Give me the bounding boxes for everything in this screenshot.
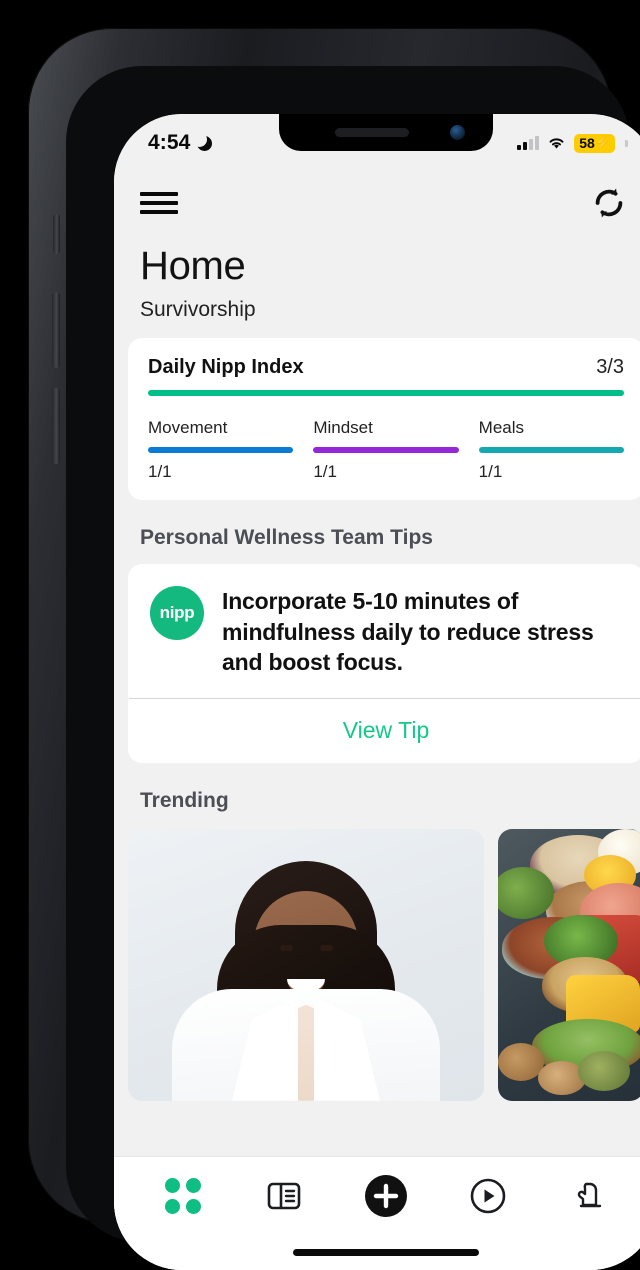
plus-circle-icon — [364, 1174, 407, 1217]
phone-bezel: 4:54 58 ⚡ Home Survivorship Daily Nipp I… — [66, 66, 640, 1270]
metric-progress-bar — [313, 447, 459, 453]
play-circle-icon — [470, 1178, 505, 1213]
tab-media[interactable] — [458, 1170, 518, 1222]
tab-dashboard[interactable] — [153, 1170, 213, 1222]
earpiece-speaker — [335, 128, 409, 137]
metric-value: 1/1 — [478, 462, 503, 481]
metric-progress-bar — [478, 447, 624, 453]
metric-progress-bar — [148, 447, 294, 453]
cellular-signal-icon — [517, 136, 540, 150]
wifi-icon — [549, 138, 564, 149]
trending-section-title: Trending — [140, 788, 229, 812]
volume-up-button[interactable] — [52, 292, 60, 368]
page-title: Home — [140, 244, 246, 288]
home-indicator-bar — [114, 1234, 640, 1270]
bottom-tab-bar — [114, 1156, 640, 1234]
tip-body: nipp Incorporate 5-10 minutes of mindful… — [128, 564, 640, 698]
view-tip-button[interactable]: View Tip — [128, 699, 640, 763]
grid-dots-icon — [164, 1177, 201, 1214]
phone-device-frame: 4:54 58 ⚡ Home Survivorship Daily Nipp I… — [28, 28, 640, 1270]
index-progress-bar — [148, 390, 624, 396]
tab-add[interactable] — [356, 1170, 416, 1222]
mitten-hand-icon — [577, 1182, 602, 1207]
clock-time: 4:54 — [148, 131, 191, 154]
metric-value: 1/1 — [148, 462, 172, 481]
front-camera — [450, 125, 465, 140]
healthy-foods-card[interactable] — [498, 828, 640, 1101]
battery-percent: 58 — [579, 134, 595, 151]
doctor-portrait-image — [128, 828, 484, 1101]
metric-label: Movement — [148, 418, 228, 437]
phone-screen: 4:54 58 ⚡ Home Survivorship Daily Nipp I… — [114, 114, 640, 1270]
display-notch — [279, 114, 493, 151]
status-clock: 4:54 — [148, 131, 213, 155]
healthy-foods-image — [498, 828, 640, 1101]
article-layout-icon — [268, 1182, 301, 1209]
tips-section-title: Personal Wellness Team Tips — [140, 526, 433, 549]
battery-indicator: 58 ⚡ — [574, 133, 615, 153]
metric-value: 1/1 — [313, 462, 337, 481]
scroll-container[interactable]: Home Survivorship Daily Nipp Index 3/3 M… — [114, 230, 640, 1156]
tab-support[interactable] — [559, 1170, 619, 1222]
charging-bolt-icon: ⚡ — [594, 135, 611, 150]
status-indicators: 58 ⚡ — [517, 133, 628, 153]
nipp-avatar: nipp — [150, 586, 204, 640]
volume-down-button[interactable] — [52, 388, 60, 464]
wellness-tip-card: nipp Incorporate 5-10 minutes of mindful… — [128, 564, 640, 763]
metric-mindset[interactable]: Mindset 1/1 — [313, 418, 459, 482]
trending-list — [128, 828, 640, 1101]
app-bar — [114, 176, 640, 230]
tip-text: Incorporate 5-10 minutes of mindfulness … — [222, 588, 594, 676]
metric-movement[interactable]: Movement 1/1 — [148, 418, 294, 482]
metric-label: Meals — [478, 418, 525, 437]
page-subtitle: Survivorship — [140, 298, 256, 321]
daily-nipp-index-card[interactable]: Daily Nipp Index 3/3 Movement 1/1 Mindse… — [128, 338, 640, 500]
doctor-portrait-card[interactable] — [128, 828, 484, 1101]
battery-tip — [625, 139, 628, 147]
index-card-header: Daily Nipp Index 3/3 — [148, 356, 624, 379]
hamburger-menu-icon[interactable] — [140, 190, 178, 216]
index-card-score: 3/3 — [596, 356, 624, 378]
silent-switch[interactable] — [53, 214, 60, 254]
metric-label: Mindset — [313, 418, 373, 437]
app-content: Home Survivorship Daily Nipp Index 3/3 M… — [114, 114, 640, 1270]
moon-icon — [192, 131, 213, 151]
index-card-title: Daily Nipp Index — [148, 356, 304, 378]
tab-articles[interactable] — [254, 1170, 314, 1222]
refresh-sync-icon[interactable] — [590, 184, 628, 222]
metric-meals[interactable]: Meals 1/1 — [478, 418, 624, 482]
index-metrics: Movement 1/1 Mindset 1/1 Meals 1/1 — [148, 418, 624, 482]
